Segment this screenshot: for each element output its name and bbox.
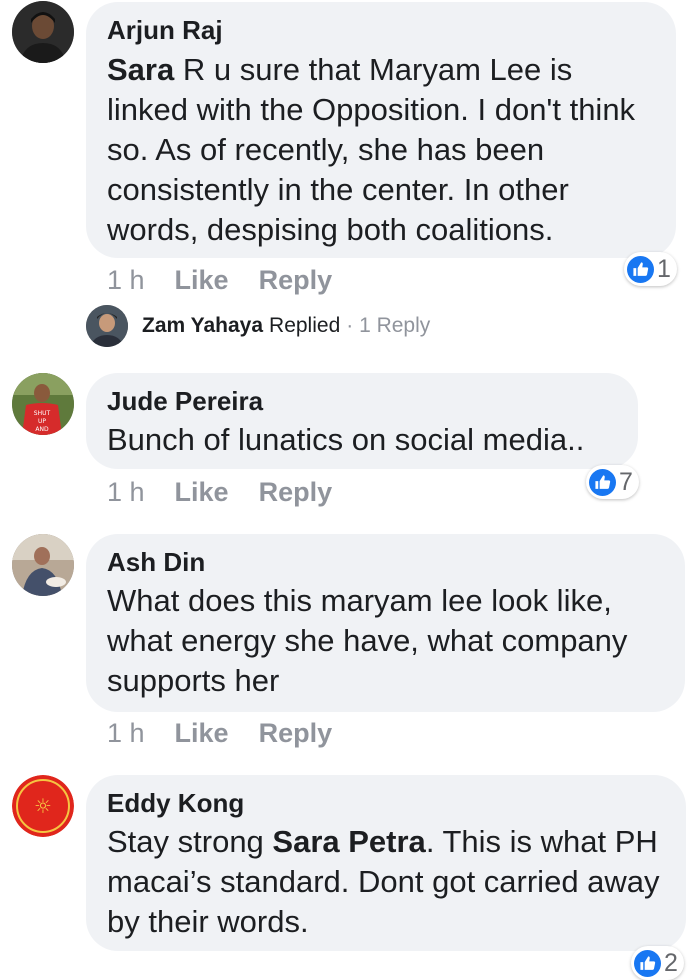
like-button[interactable]: Like	[175, 718, 229, 748]
comment-body: R u sure that Maryam Lee is linked with …	[107, 52, 636, 247]
timestamp[interactable]: 1 h	[107, 718, 145, 748]
reaction-count[interactable]: 2	[631, 946, 684, 980]
reaction-number: 2	[664, 948, 678, 977]
reaction-number: 7	[619, 467, 633, 496]
comment-author[interactable]: Jude Pereira	[107, 386, 616, 416]
svg-text:SHUT: SHUT	[34, 410, 51, 417]
mention-link[interactable]: Sara Petra	[272, 824, 425, 859]
comment-text: What does this maryam lee look like, wha…	[107, 583, 628, 698]
comment-author[interactable]: Ash Din	[107, 547, 663, 577]
comment-author[interactable]: Arjun Raj	[107, 15, 654, 45]
comment-actions: 1 h Like Reply	[107, 265, 362, 296]
comment-author[interactable]: Eddy Kong	[107, 788, 664, 818]
avatar[interactable]	[12, 534, 74, 596]
like-icon	[627, 255, 654, 283]
comment-text: Sara R u sure that Maryam Lee is linked …	[107, 50, 654, 250]
avatar	[86, 305, 128, 347]
reply-button[interactable]: Reply	[259, 477, 333, 507]
avatar[interactable]	[12, 1, 74, 63]
comment-actions: 1 h Like Reply	[107, 718, 362, 749]
timestamp[interactable]: 1 h	[107, 477, 145, 507]
svg-text:☼: ☼	[34, 794, 52, 818]
comment-text: Bunch of lunatics on social media..	[107, 422, 585, 457]
avatar[interactable]: ☼	[12, 775, 74, 837]
reply-button[interactable]: Reply	[259, 265, 333, 295]
comment-bubble: Arjun Raj Sara R u sure that Maryam Lee …	[86, 2, 676, 258]
replier-name: Zam Yahaya	[142, 314, 264, 337]
comment-body: Stay strong	[107, 824, 273, 859]
reply-summary[interactable]: Zam Yahaya Replied · 1 Reply	[86, 304, 430, 348]
like-button[interactable]: Like	[175, 265, 229, 295]
replied-label: Replied	[269, 314, 341, 337]
timestamp[interactable]: 1 h	[107, 265, 145, 295]
comment-actions: 1 h Like Reply	[107, 477, 362, 508]
comment-bubble: Eddy Kong Stay strong Sara Petra. This i…	[86, 775, 686, 951]
svg-text:AND: AND	[35, 426, 49, 433]
like-button[interactable]: Like	[175, 477, 229, 507]
mention-link[interactable]: Sara	[107, 52, 174, 87]
reaction-number: 1	[657, 254, 671, 283]
reaction-count[interactable]: 1	[624, 252, 677, 286]
comment-bubble: Jude Pereira Bunch of lunatics on social…	[86, 373, 638, 469]
comment-bubble: Ash Din What does this maryam lee look l…	[86, 534, 685, 712]
reaction-count[interactable]: 7	[586, 465, 639, 499]
comment-text: Stay strong Sara Petra. This is what PH …	[107, 822, 664, 942]
reply-button[interactable]: Reply	[259, 718, 333, 748]
svg-text:UP: UP	[38, 418, 46, 425]
like-icon	[589, 468, 616, 496]
like-icon	[634, 949, 661, 977]
reply-count: · 1 Reply	[346, 314, 431, 337]
avatar[interactable]: SHUT UP AND	[12, 373, 74, 435]
